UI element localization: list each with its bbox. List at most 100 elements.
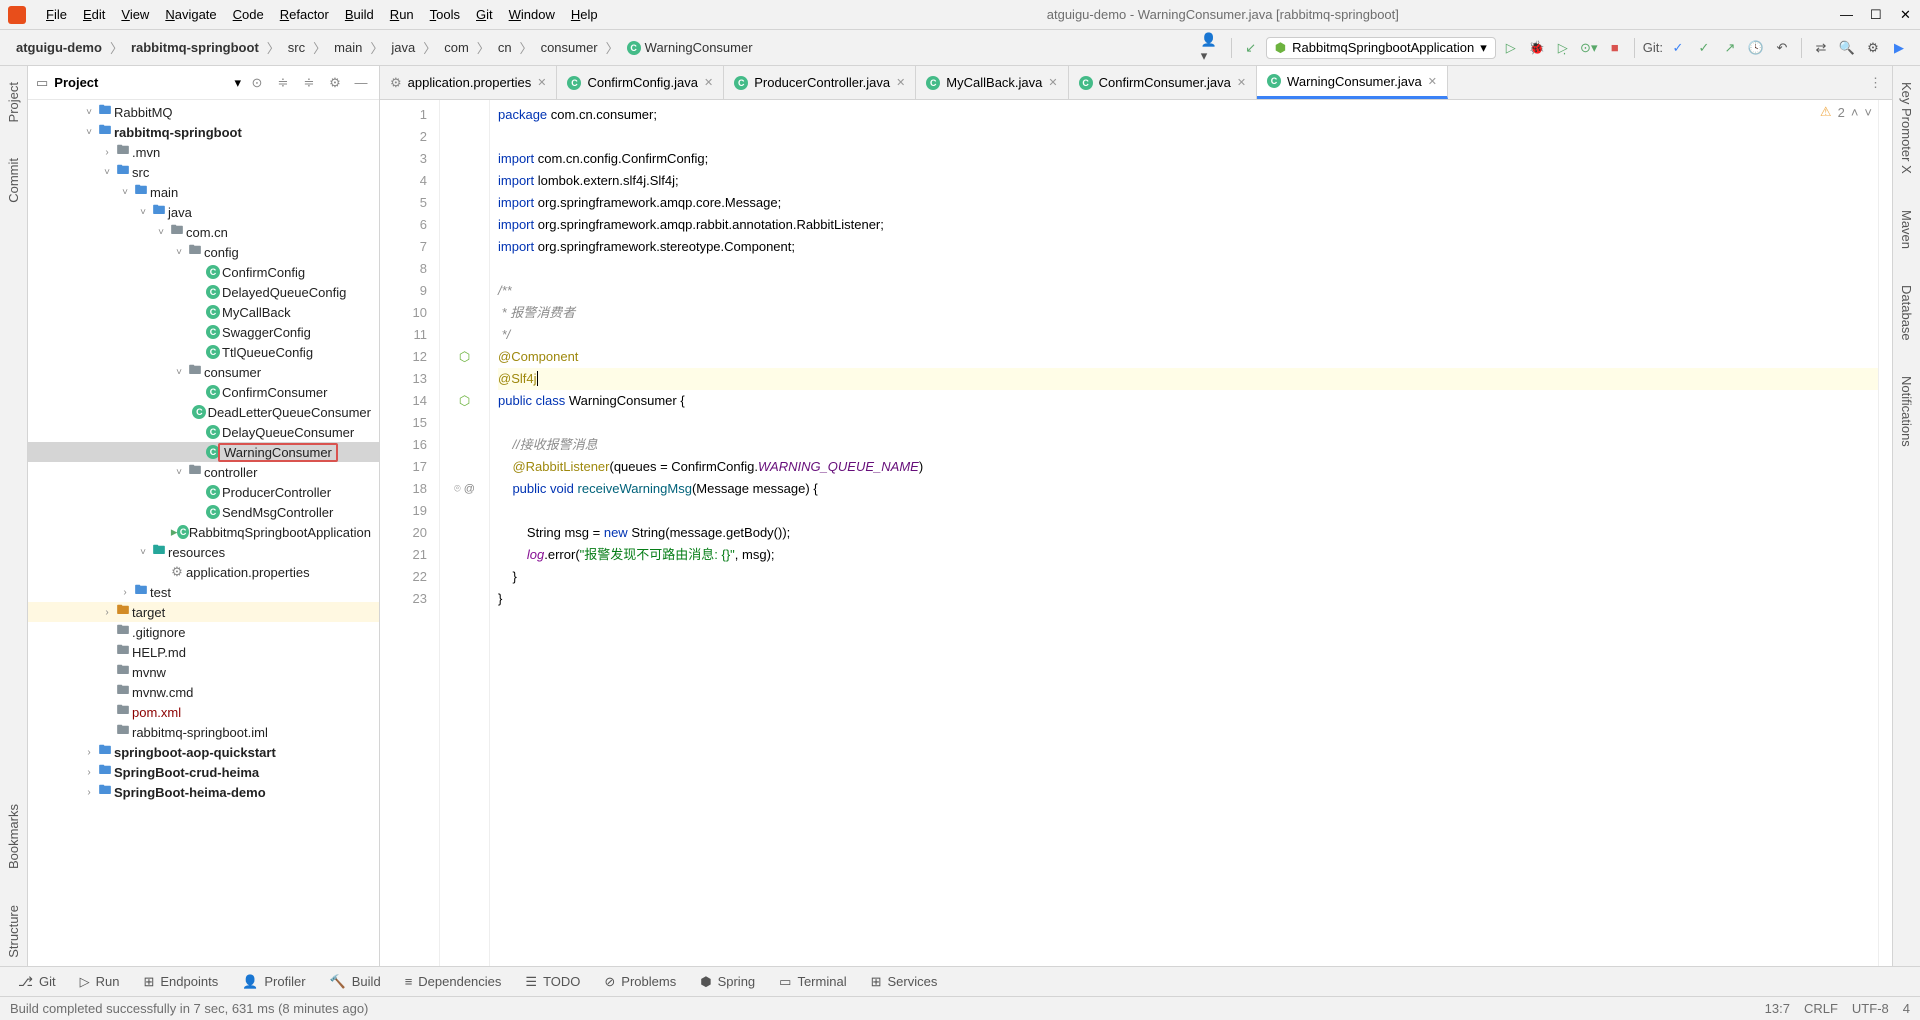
tree-item[interactable]: CTtlQueueConfig [28,342,379,362]
coverage-button[interactable]: ▷̣ [1552,37,1574,59]
search-everywhere-icon[interactable]: 🔍 [1836,37,1858,59]
tree-item[interactable]: ˅🖿main [28,182,379,202]
close-tab-icon[interactable]: ✕ [537,76,546,89]
tree-item[interactable]: ˅🖿RabbitMQ [28,102,379,122]
tree-item[interactable]: ⚙application.properties [28,562,379,582]
bottom-tab-spring[interactable]: ⬢Spring [690,974,765,990]
bottom-tab-terminal[interactable]: ▭Terminal [769,974,856,990]
editor-tab[interactable]: ⚙application.properties✕ [380,66,557,99]
tree-item[interactable]: ˅🖿consumer [28,362,379,382]
tree-item[interactable]: ˅🖿rabbitmq-springboot [28,122,379,142]
breadcrumb[interactable]: atguigu-demo〉rabbitmq-springboot〉src〉mai… [10,38,1197,57]
tree-item[interactable]: ˅🖿src [28,162,379,182]
expand-all-icon[interactable]: ≑ [273,75,293,91]
bookmarks-tool-tab[interactable]: Bookmarks [4,796,23,877]
close-tab-icon[interactable]: ✕ [1237,76,1246,89]
error-stripe[interactable] [1878,100,1892,966]
tabs-more-icon[interactable]: ⋮ [1859,66,1892,99]
tree-item[interactable]: ˅🖿java [28,202,379,222]
bottom-tab-run[interactable]: ▷Run [70,974,130,990]
close-tab-icon[interactable]: ✕ [1048,76,1057,89]
git-push-icon[interactable]: ↗ [1719,37,1741,59]
debug-button[interactable]: 🐞 [1526,37,1548,59]
bottom-tab-services[interactable]: ⊞Services [861,974,948,990]
git-commit-icon[interactable]: ✓ [1693,37,1715,59]
tree-item[interactable]: ›🖿test [28,582,379,602]
bottom-tab-todo[interactable]: ☰TODO [515,974,590,990]
tree-item[interactable]: CSendMsgController [28,502,379,522]
tree-item[interactable]: CConfirmConsumer [28,382,379,402]
editor-tab[interactable]: CMyCallBack.java✕ [916,66,1068,99]
breadcrumb-item[interactable]: java [385,38,421,57]
prev-highlight-icon[interactable]: ˄ [1851,105,1859,120]
close-button[interactable]: ✕ [1900,7,1912,23]
editor-tab[interactable]: CConfirmConsumer.java✕ [1069,66,1257,99]
bottom-tab-endpoints[interactable]: ⊞Endpoints [133,974,228,990]
menu-tools[interactable]: Tools [422,7,468,22]
bottom-tab-problems[interactable]: ⊘Problems [594,974,686,990]
tree-item[interactable]: ˅🖿resources [28,542,379,562]
tree-item[interactable]: 🖿.gitignore [28,622,379,642]
breadcrumb-item[interactable]: atguigu-demo [10,38,108,57]
menu-edit[interactable]: Edit [75,7,113,22]
code-editor[interactable]: package com.cn.consumer;import com.cn.co… [490,100,1878,966]
menu-view[interactable]: View [113,7,157,22]
maximize-button[interactable]: ☐ [1870,7,1882,23]
git-update-icon[interactable]: ✓ [1667,37,1689,59]
status-widget[interactable]: 13:7 [1765,1001,1790,1016]
code-with-me-icon[interactable]: ⇄ [1810,37,1832,59]
close-tab-icon[interactable]: ✕ [704,76,713,89]
tree-item[interactable]: 🖿mvnw [28,662,379,682]
editor-tab[interactable]: CProducerController.java✕ [724,66,916,99]
editor-tab[interactable]: CConfirmConfig.java✕ [557,66,724,99]
git-history-icon[interactable]: 🕓 [1745,37,1767,59]
status-widget[interactable]: CRLF [1804,1001,1838,1016]
run-button[interactable]: ▷ [1500,37,1522,59]
bottom-tab-git[interactable]: ⎇Git [8,974,66,990]
bottom-tab-build[interactable]: 🔨Build [320,974,391,990]
vcs-update-icon[interactable]: ↙ [1240,37,1262,59]
tree-item[interactable]: 🖿pom.xml [28,702,379,722]
breadcrumb-item[interactable]: com [438,38,475,57]
tree-item[interactable]: ▸CRabbitmqSpringbootApplication [28,522,379,542]
breadcrumb-item[interactable]: rabbitmq-springboot [125,38,265,57]
menu-help[interactable]: Help [563,7,606,22]
project-view-dropdown[interactable]: ▾ [234,75,241,91]
project-tool-tab[interactable]: Project [4,74,23,130]
collapse-all-icon[interactable]: ≑ [299,75,319,91]
tree-item[interactable]: ˅🖿config [28,242,379,262]
run-anything-icon[interactable]: ▶ [1888,37,1910,59]
menu-refactor[interactable]: Refactor [272,7,337,22]
tree-item[interactable]: ˅🖿controller [28,462,379,482]
git-rollback-icon[interactable]: ↶ [1771,37,1793,59]
settings-icon[interactable]: ⚙ [1862,37,1884,59]
project-tree[interactable]: ˅🖿RabbitMQ˅🖿rabbitmq-springboot›🖿.mvn˅🖿s… [28,100,379,966]
breadcrumb-item[interactable]: main [328,38,368,57]
menu-git[interactable]: Git [468,7,501,22]
line-number-gutter[interactable]: 1234567891011121314151617181920212223 [380,100,440,966]
menu-window[interactable]: Window [501,7,563,22]
editor-tab[interactable]: CWarningConsumer.java✕ [1257,66,1448,99]
tree-item[interactable]: CMyCallBack [28,302,379,322]
run-configuration-selector[interactable]: ⬢ RabbitmqSpringbootApplication ▾ [1266,37,1496,59]
menu-run[interactable]: Run [382,7,422,22]
tree-item[interactable]: CWarningConsumer [28,442,379,462]
tree-item[interactable]: CProducerController [28,482,379,502]
close-tab-icon[interactable]: ✕ [896,76,905,89]
tree-item[interactable]: CDelayQueueConsumer [28,422,379,442]
menu-build[interactable]: Build [337,7,382,22]
stop-button[interactable]: ■ [1604,37,1626,59]
maven-tool-tab[interactable]: Maven [1897,202,1916,257]
tree-item[interactable]: 🖿HELP.md [28,642,379,662]
status-widget[interactable]: UTF-8 [1852,1001,1889,1016]
next-highlight-icon[interactable]: ˅ [1864,105,1872,120]
close-tab-icon[interactable]: ✕ [1428,75,1437,88]
key-promoter-tool-tab[interactable]: Key Promoter X [1897,74,1916,182]
commit-tool-tab[interactable]: Commit [4,150,23,211]
notifications-tool-tab[interactable]: Notifications [1897,368,1916,455]
breadcrumb-item[interactable]: src [282,38,311,57]
panel-settings-icon[interactable]: ⚙ [325,75,345,91]
breadcrumb-item[interactable]: cn [492,38,518,57]
tree-item[interactable]: 🖿rabbitmq-springboot.iml [28,722,379,742]
menu-code[interactable]: Code [225,7,272,22]
